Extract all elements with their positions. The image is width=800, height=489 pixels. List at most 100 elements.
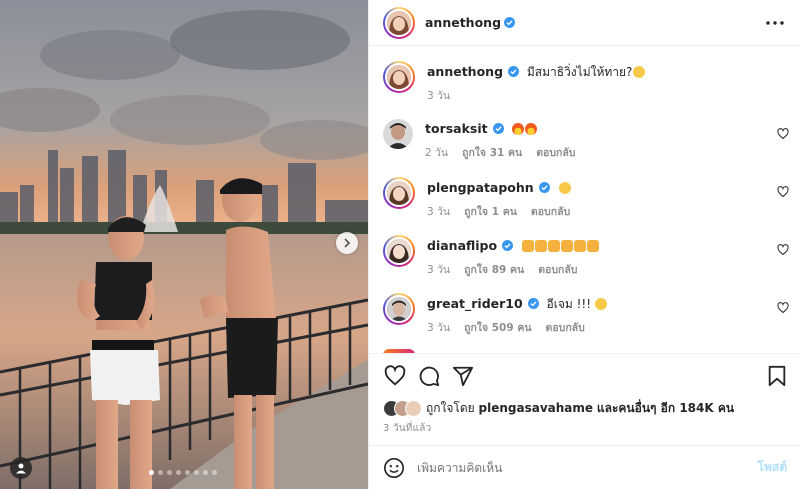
fire-icon <box>525 123 538 135</box>
comment-bubble-icon <box>419 366 440 387</box>
fire-icon <box>512 123 525 135</box>
comment-item: plengpatapohn 3 วัน ถูกใจ 1 คน ตอบกลับ <box>383 177 571 220</box>
author-avatar[interactable] <box>383 61 415 93</box>
emoji-picker-button[interactable] <box>383 457 405 479</box>
paper-plane-icon <box>452 366 474 387</box>
comment-time[interactable]: 3 วัน <box>427 261 450 278</box>
comment-time[interactable]: 2 วัน <box>425 144 448 161</box>
comment-username[interactable]: great_rider10 <box>427 296 523 311</box>
bookmark-icon <box>768 365 786 387</box>
carousel-dot <box>212 470 217 475</box>
like-comment-heart-icon[interactable] <box>777 302 789 314</box>
clapping-hands-icon <box>534 240 547 252</box>
clapping-hands-icon <box>573 240 586 252</box>
post-actions <box>369 353 800 397</box>
liker-username[interactable]: plengasavahame <box>479 401 594 415</box>
avatar-photo-icon <box>383 119 413 149</box>
verified-badge-icon <box>508 66 520 77</box>
likes-prefix: ถูกใจโดย <box>426 400 475 415</box>
caption: annethong มีสมาธิวิ่งไม่ให้ทาย? 3 วัน <box>383 61 646 104</box>
carousel-dot <box>185 470 190 475</box>
liker-avatar <box>405 399 422 417</box>
caption-username[interactable]: annethong <box>427 64 503 79</box>
comment-item: great_rider10 อีเจม !!! 3 วัน ถูกใจ 509 … <box>383 293 608 336</box>
reply-button[interactable]: ตอบกลับ <box>531 203 570 220</box>
smiley-icon <box>384 457 404 478</box>
clapping-hands-icon <box>586 240 599 252</box>
carousel-indicator <box>149 470 217 475</box>
chevron-right-icon <box>344 238 351 248</box>
save-button[interactable] <box>765 364 789 388</box>
post-details-panel: annethong annethong มีสมาธิวิ่งไม่ให้ทาย… <box>368 0 800 489</box>
post-image <box>0 0 368 489</box>
post-timestamp[interactable]: 3 วันที่แล้ว <box>383 421 431 436</box>
verified-badge-icon <box>504 17 516 28</box>
laughing-face-icon <box>558 182 571 194</box>
commenter-avatar[interactable] <box>383 177 415 209</box>
clapping-hands-icon <box>547 240 560 252</box>
verified-badge-icon <box>502 240 514 251</box>
smiling-face-icon <box>595 298 608 310</box>
likes-summary[interactable]: ถูกใจโดย plengasavahame และคนอื่นๆ อีก 1… <box>383 398 734 418</box>
tagged-users-button[interactable] <box>10 457 32 479</box>
share-button[interactable] <box>451 364 475 388</box>
clapping-hands-icon <box>560 240 573 252</box>
carousel-dot <box>203 470 208 475</box>
post-comment-button[interactable]: โพสต์ <box>758 458 787 477</box>
caption-time[interactable]: 3 วัน <box>427 87 450 104</box>
avatar-photo-icon <box>387 10 411 35</box>
verified-badge-icon <box>538 182 550 193</box>
grinning-sweat-face-icon <box>633 66 646 78</box>
caption-text: มีสมาธิวิ่งไม่ให้ทาย? <box>526 65 633 79</box>
avatar-photo-icon <box>387 239 411 263</box>
carousel-dot <box>149 470 154 475</box>
comment-text: อีเจม !!! <box>546 297 592 311</box>
post-header: annethong <box>369 0 800 46</box>
comment-username[interactable]: dianaflipo <box>427 238 497 253</box>
heart-icon <box>384 365 406 386</box>
author-avatar[interactable] <box>383 6 415 39</box>
comment-likes[interactable]: ถูกใจ 89 คน <box>464 261 524 278</box>
clapping-hands-icon <box>521 240 534 252</box>
like-comment-heart-icon[interactable] <box>777 186 789 198</box>
carousel-dot <box>176 470 181 475</box>
comment-likes[interactable]: ถูกใจ 509 คน <box>464 319 531 336</box>
post-photo[interactable] <box>0 0 368 489</box>
commenter-avatar[interactable] <box>383 293 415 325</box>
avatar-photo-icon <box>387 181 411 205</box>
more-horizontal-icon <box>766 21 784 25</box>
comment-item: dianaflipo 3 วัน ถูกใจ 89 คน ตอบกลับ <box>383 235 599 278</box>
commenter-avatar[interactable] <box>383 235 415 267</box>
add-comment-bar: โพสต์ <box>369 445 800 489</box>
comment-input[interactable] <box>417 460 758 475</box>
comment-username[interactable]: plengpatapohn <box>427 180 534 195</box>
likes-count[interactable]: และคนอื่นๆ อีก 184K คน <box>597 401 734 415</box>
like-comment-heart-icon[interactable] <box>777 244 789 256</box>
comment-time[interactable]: 3 วัน <box>427 203 450 220</box>
verified-badge-icon <box>492 123 504 134</box>
comment-username[interactable]: torsaksit <box>425 121 488 136</box>
more-options-button[interactable] <box>763 13 787 33</box>
like-button[interactable] <box>383 364 407 388</box>
post-viewer: annethong annethong มีสมาธิวิ่งไม่ให้ทาย… <box>0 0 800 489</box>
avatar-photo-icon <box>387 65 411 89</box>
comment-likes[interactable]: ถูกใจ 1 คน <box>464 203 517 220</box>
comment-item: torsaksit 2 วัน ถูกใจ 31 คน ตอบกลับ <box>383 119 575 161</box>
carousel-dot <box>167 470 172 475</box>
commenter-avatar[interactable] <box>383 119 413 149</box>
next-photo-button[interactable] <box>336 232 358 254</box>
comments-list[interactable]: annethong มีสมาธิวิ่งไม่ให้ทาย? 3 วัน to… <box>369 47 800 353</box>
comment-likes[interactable]: ถูกใจ 31 คน <box>462 144 522 161</box>
carousel-dot <box>158 470 163 475</box>
comment-button[interactable] <box>417 364 441 388</box>
reply-button[interactable]: ตอบกลับ <box>538 261 577 278</box>
reply-button[interactable]: ตอบกลับ <box>546 319 585 336</box>
like-comment-heart-icon[interactable] <box>777 128 789 140</box>
verified-badge-icon <box>527 298 539 309</box>
avatar-photo-icon <box>387 297 411 321</box>
comment-time[interactable]: 3 วัน <box>427 319 450 336</box>
carousel-dot <box>194 470 199 475</box>
author-username[interactable]: annethong <box>425 15 501 30</box>
person-icon <box>16 463 26 474</box>
reply-button[interactable]: ตอบกลับ <box>536 144 575 161</box>
